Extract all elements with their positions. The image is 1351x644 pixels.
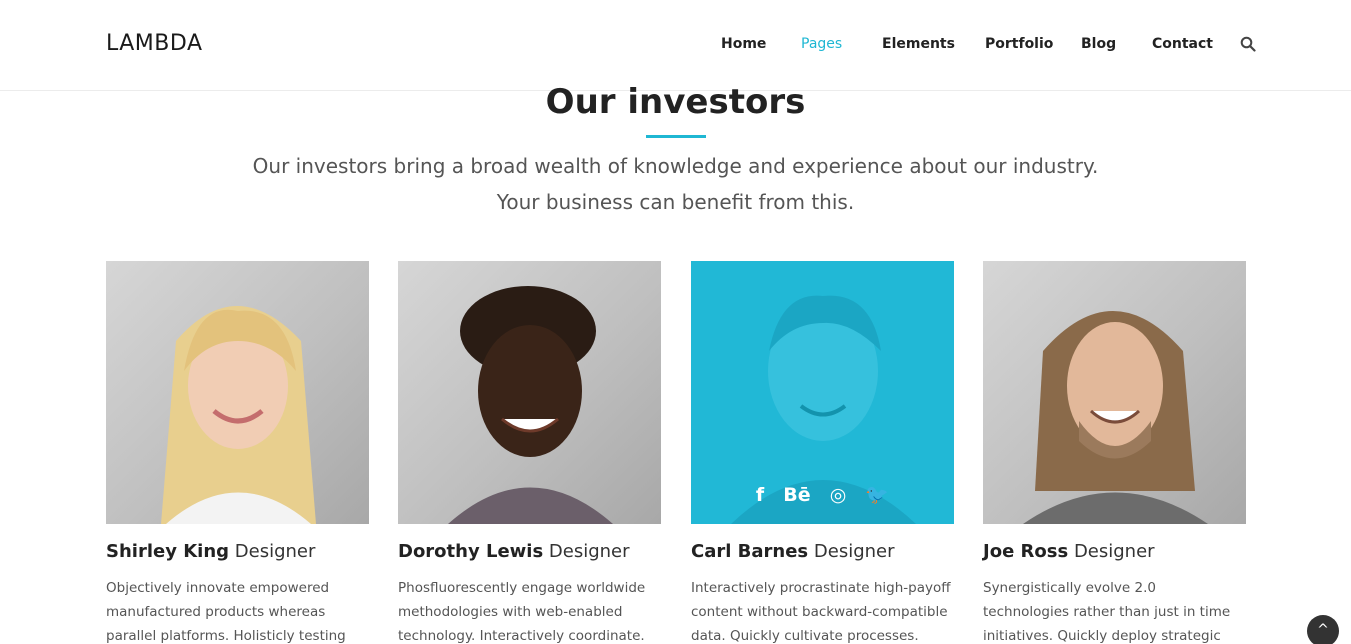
investor-name-line: Joe Ross Designer — [983, 541, 1246, 562]
nav-contact[interactable]: Contact — [1152, 36, 1213, 52]
facebook-icon[interactable]: f — [756, 484, 764, 506]
section-subtitle-line-2: Your business can benefit from this. — [496, 190, 855, 214]
dribbble-icon[interactable]: ◎ — [830, 484, 847, 506]
investor-photo[interactable] — [983, 261, 1246, 524]
nav-elements[interactable]: Elements — [882, 36, 955, 52]
investor-role: Designer — [813, 541, 895, 562]
investor-role: Designer — [1073, 541, 1155, 562]
nav-pages[interactable]: Pages — [801, 36, 842, 52]
investor-name-line: Carl Barnes Designer — [691, 541, 954, 562]
investor-role: Designer — [548, 541, 630, 562]
investor-bio: Synergistically evolve 2.0 technologies … — [983, 580, 1231, 644]
social-links: f Bē ◎ 🐦 — [691, 483, 954, 506]
nav-portfolio[interactable]: Portfolio — [985, 36, 1053, 52]
investor-name[interactable]: Shirley King — [106, 541, 229, 562]
investor-name[interactable]: Dorothy Lewis — [398, 541, 543, 562]
twitter-icon[interactable]: 🐦 — [865, 483, 889, 506]
nav-blog[interactable]: Blog — [1081, 36, 1116, 52]
investor-name[interactable]: Carl Barnes — [691, 541, 808, 562]
title-underline — [646, 135, 706, 138]
investor-name-line: Dorothy Lewis Designer — [398, 541, 661, 562]
investor-card: Shirley King Designer Objectively innova… — [106, 261, 369, 644]
investor-card: f Bē ◎ 🐦 Carl Barnes Designer Interactiv… — [691, 261, 954, 644]
investor-name-line: Shirley King Designer — [106, 541, 369, 562]
nav-home[interactable]: Home — [721, 36, 766, 52]
main-nav: Home Pages Elements Portfolio Blog Conta… — [0, 36, 1351, 56]
investor-bio: Phosfluorescently engage worldwide metho… — [398, 580, 646, 644]
site-header: LAMBDA Home Pages Elements Portfolio Blo… — [0, 0, 1351, 91]
investor-bio: Interactively procrastinate high-payoff … — [691, 580, 951, 644]
investor-name[interactable]: Joe Ross — [983, 541, 1068, 562]
behance-icon[interactable]: Bē — [783, 484, 810, 506]
scroll-to-top-button[interactable]: ^ — [1307, 615, 1339, 644]
section-title: Our investors — [545, 82, 806, 122]
section-subtitle-line-1: Our investors bring a broad wealth of kn… — [252, 154, 1099, 178]
investor-bio: Objectively innovate empowered manufactu… — [106, 580, 346, 644]
investor-card: Dorothy Lewis Designer Phosfluorescently… — [398, 261, 661, 644]
investor-photo[interactable]: f Bē ◎ 🐦 — [691, 261, 954, 524]
investor-photo[interactable] — [106, 261, 369, 524]
investor-role: Designer — [234, 541, 316, 562]
investor-card: Joe Ross Designer Synergistically evolve… — [983, 261, 1246, 644]
investor-photo[interactable] — [398, 261, 661, 524]
search-icon[interactable] — [1240, 36, 1256, 52]
